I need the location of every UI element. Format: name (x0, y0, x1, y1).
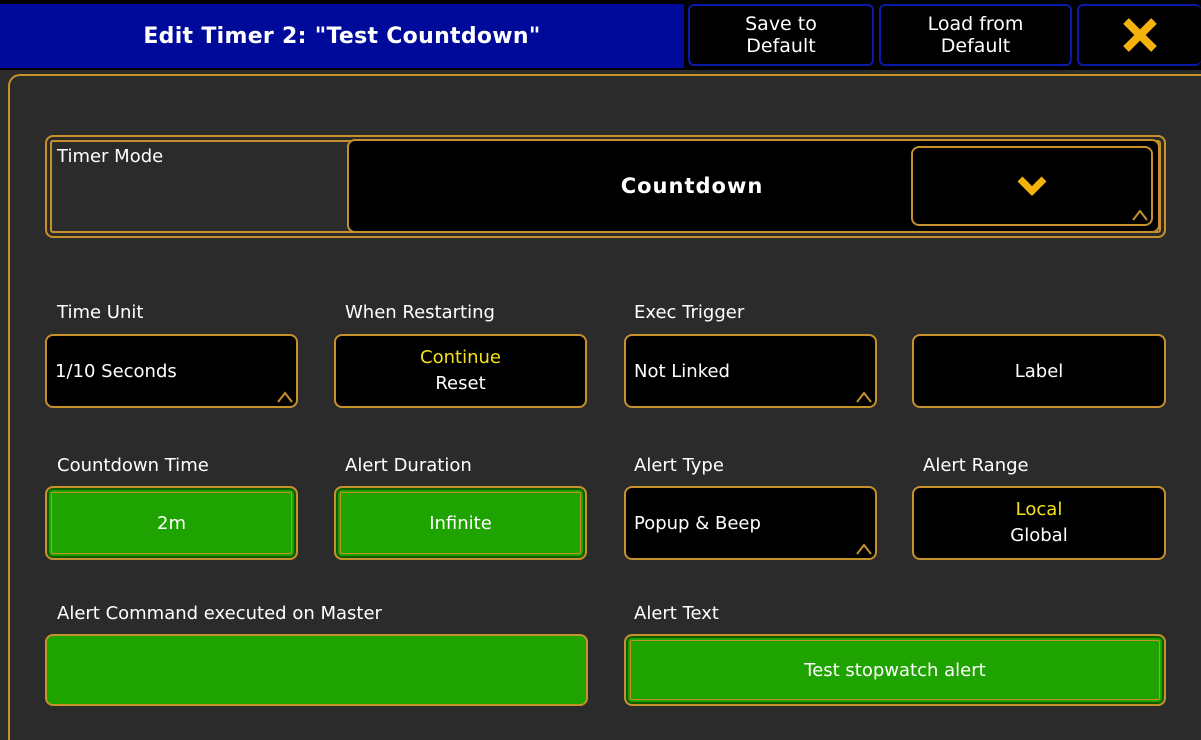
alert-type-value: Popup & Beep (634, 512, 761, 534)
alert-range-toggle[interactable]: Local Global (912, 486, 1166, 560)
alert-type-select[interactable]: Popup & Beep (624, 486, 877, 560)
time-unit-select[interactable]: 1/10 Seconds (45, 334, 298, 408)
load-button-line2: Default (940, 35, 1011, 57)
save-button-line2: Default (746, 35, 816, 57)
window-title: Edit Timer 2: "Test Countdown" (0, 4, 684, 68)
alert-range-label: Alert Range (923, 455, 1029, 476)
when-restarting-toggle[interactable]: Continue Reset (334, 334, 587, 408)
alert-command-label: Alert Command executed on Master (57, 603, 382, 624)
when-restarting-selected: Continue (420, 347, 501, 368)
alert-text-value: Test stopwatch alert (804, 659, 986, 681)
label-button[interactable]: Label (912, 334, 1166, 408)
alert-duration-label: Alert Duration (345, 455, 472, 476)
load-button-line1: Load from (927, 13, 1024, 35)
exec-trigger-label: Exec Trigger (634, 302, 745, 323)
label-button-text: Label (1014, 360, 1064, 382)
save-button-line1: Save to (745, 13, 817, 35)
save-to-default-button[interactable]: Save to Default (688, 4, 874, 66)
corner-indicator-icon (856, 391, 872, 403)
chevron-down-icon (1017, 176, 1047, 196)
load-from-default-button[interactable]: Load from Default (879, 4, 1072, 66)
timer-mode-dropdown-button[interactable] (911, 146, 1153, 226)
corner-indicator-icon (1132, 209, 1148, 221)
time-unit-value: 1/10 Seconds (55, 360, 177, 382)
alert-range-other: Global (1010, 525, 1068, 546)
countdown-time-label: Countdown Time (57, 455, 209, 476)
alert-duration-value: Infinite (429, 512, 492, 534)
alert-type-label: Alert Type (634, 455, 724, 476)
exec-trigger-value: Not Linked (634, 360, 730, 382)
alert-command-input[interactable] (45, 634, 588, 706)
countdown-time-input[interactable]: 2m (45, 486, 298, 560)
when-restarting-label: When Restarting (345, 302, 495, 323)
alert-text-input[interactable]: Test stopwatch alert (624, 634, 1166, 706)
alert-text-label: Alert Text (634, 603, 719, 624)
close-x-icon (1123, 18, 1157, 52)
timer-mode-label: Timer Mode (57, 146, 164, 167)
close-button[interactable] (1077, 4, 1201, 66)
corner-indicator-icon (277, 391, 293, 403)
when-restarting-other: Reset (435, 373, 486, 394)
countdown-time-value: 2m (157, 512, 186, 534)
exec-trigger-select[interactable]: Not Linked (624, 334, 877, 408)
corner-indicator-icon (856, 543, 872, 555)
alert-range-selected: Local (1015, 499, 1063, 520)
alert-duration-input[interactable]: Infinite (334, 486, 587, 560)
time-unit-label: Time Unit (57, 302, 144, 323)
